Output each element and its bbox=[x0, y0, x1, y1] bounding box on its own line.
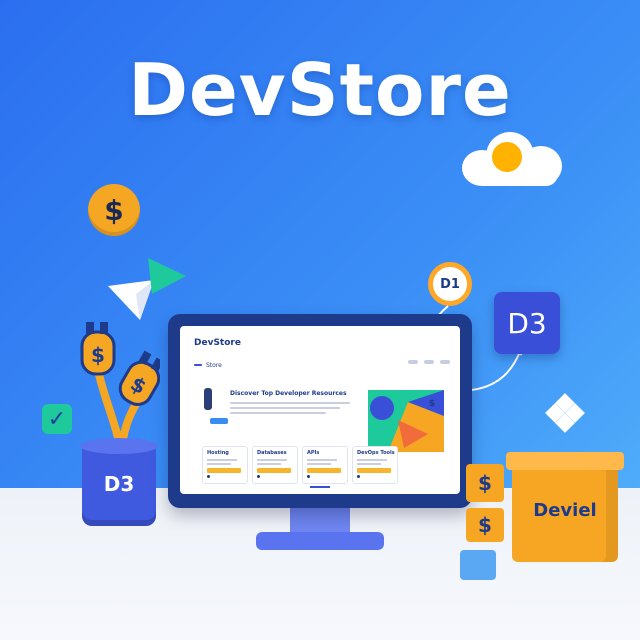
card-title: Hosting bbox=[207, 450, 229, 456]
card-title: DevOps Tools bbox=[357, 450, 395, 456]
card-text-line bbox=[257, 463, 281, 465]
card-dot bbox=[207, 475, 210, 478]
check-icon: ✓ bbox=[42, 404, 72, 434]
pagination-indicator[interactable] bbox=[310, 486, 330, 488]
big-box-lid bbox=[506, 452, 624, 470]
card-text-line bbox=[357, 459, 387, 461]
dollar-box-icon: $ bbox=[466, 464, 504, 502]
card-price-bar bbox=[207, 468, 241, 473]
product-image bbox=[204, 388, 212, 410]
card-dot bbox=[257, 475, 260, 478]
card-dot bbox=[357, 475, 360, 478]
dollar-box-icon: $ bbox=[466, 508, 504, 542]
product-card[interactable]: DevOps Tools bbox=[352, 446, 398, 484]
card-text-line bbox=[357, 463, 381, 465]
window-control[interactable] bbox=[440, 360, 450, 364]
card-price-bar bbox=[257, 468, 291, 473]
hero-text-line bbox=[230, 407, 340, 409]
card-price-bar bbox=[307, 468, 341, 473]
bucket-icon: D3 bbox=[82, 442, 156, 526]
sun-icon bbox=[492, 142, 522, 172]
window-control[interactable] bbox=[408, 360, 418, 364]
monitor-base bbox=[256, 532, 384, 550]
monitor: DevStore Store Discover Top Developer Re… bbox=[168, 314, 472, 508]
svg-text:$: $ bbox=[91, 343, 105, 367]
hero-button[interactable] bbox=[210, 418, 228, 424]
dollar-coin-icon: $ bbox=[88, 184, 140, 236]
card-dot bbox=[307, 475, 310, 478]
hero-heading: Discover Top Developer Resources bbox=[230, 390, 347, 397]
nav-pill[interactable] bbox=[194, 364, 202, 366]
page-title: DevStore bbox=[128, 48, 512, 132]
svg-text:$: $ bbox=[429, 399, 435, 409]
big-box: Deviel bbox=[512, 458, 618, 562]
bucket-rim bbox=[80, 438, 158, 454]
plug-icon: $ $ bbox=[80, 322, 160, 448]
nav-tab-store[interactable]: Store bbox=[206, 362, 222, 369]
card-title: Databases bbox=[257, 450, 287, 456]
windows-icon bbox=[545, 393, 585, 433]
hero-text-line bbox=[230, 402, 350, 404]
product-card[interactable]: APIs bbox=[302, 446, 348, 484]
small-box-icon bbox=[460, 550, 496, 580]
screen-nav: Store bbox=[194, 360, 254, 370]
product-card[interactable]: Databases bbox=[252, 446, 298, 484]
hero-text-line bbox=[230, 412, 326, 414]
d3-badge: D3 bbox=[494, 292, 560, 354]
card-text-line bbox=[207, 463, 231, 465]
card-text-line bbox=[307, 459, 337, 461]
monitor-screen: DevStore Store Discover Top Developer Re… bbox=[180, 326, 460, 494]
card-title: APIs bbox=[307, 450, 320, 456]
card-text-line bbox=[307, 463, 331, 465]
card-price-bar bbox=[357, 468, 391, 473]
window-control[interactable] bbox=[424, 360, 434, 364]
card-text-line bbox=[207, 459, 237, 461]
card-text-line bbox=[257, 459, 287, 461]
product-card[interactable]: Hosting bbox=[202, 446, 248, 484]
screen-brand: DevStore bbox=[194, 338, 241, 348]
hero-graphic: $ bbox=[368, 390, 444, 452]
